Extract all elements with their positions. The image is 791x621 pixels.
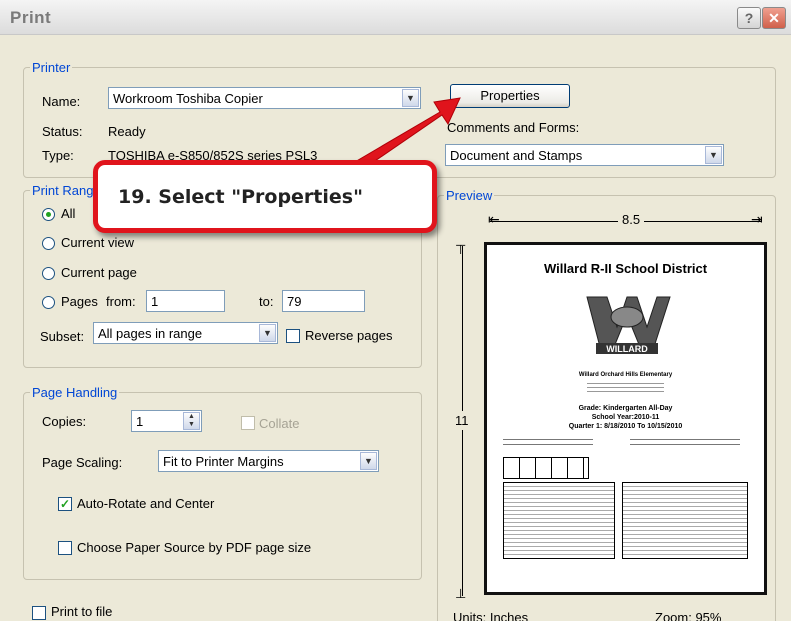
auto-rotate-checkbox[interactable]: ✓	[58, 497, 72, 511]
type-label: Type:	[42, 148, 74, 163]
copies-value: 1	[136, 414, 144, 429]
page-height-label: 11	[455, 411, 469, 430]
radio-current-page-label: Current page	[61, 265, 137, 280]
page-width-label: 8.5	[618, 212, 645, 227]
preview-group-label: Preview	[446, 188, 493, 203]
pages-from-input[interactable]: 1	[146, 290, 225, 312]
comments-forms-select[interactable]: Document and Stamps ▼	[445, 144, 724, 166]
reverse-pages-checkbox[interactable]	[286, 329, 300, 343]
spinner-icon[interactable]: ▲ ▼	[183, 412, 200, 430]
preview-grade: Grade: Kindergarten All-Day	[578, 405, 673, 412]
preview-page: Willard R-II School District WILLARD Wil…	[484, 242, 767, 595]
radio-current-view[interactable]	[42, 237, 55, 250]
subset-select[interactable]: All pages in range ▼	[93, 322, 278, 344]
school-logo-image: WILLARD	[586, 296, 671, 354]
print-dialog: Print ? ✕ Printer Name: Workroom Toshiba…	[0, 0, 791, 621]
pages-to-input[interactable]: 79	[282, 290, 365, 312]
help-icon[interactable]: ?	[737, 7, 761, 29]
radio-all-label: All	[61, 206, 76, 221]
arrow-right-icon: ⇥	[751, 211, 763, 227]
preview-address-lines	[587, 382, 664, 394]
print-to-file-label: Print to file	[51, 604, 113, 619]
printer-group-label: Printer	[32, 60, 71, 75]
title-bar: Print ? ✕	[0, 0, 791, 35]
status-value: Ready	[108, 124, 146, 139]
preview-grades-table	[503, 482, 615, 559]
radio-all[interactable]	[42, 208, 55, 221]
logo-text: WILLARD	[606, 344, 648, 354]
annotation-callout: 19. Select "Properties"	[93, 160, 437, 233]
radio-pages[interactable]	[42, 296, 55, 309]
preview-year: School Year:2010-11	[591, 414, 660, 421]
arrow-left-icon: ⇤	[488, 211, 500, 227]
arrow-up-icon: ⊤	[455, 242, 467, 257]
collate-label: Collate	[259, 416, 300, 431]
choose-paper-source-checkbox[interactable]	[58, 541, 72, 555]
page-handling-group-label: Page Handling	[32, 385, 118, 400]
close-icon[interactable]: ✕	[762, 7, 786, 29]
auto-rotate-label: Auto-Rotate and Center	[77, 496, 215, 511]
preview-school-name: Willard Orchard Hills Elementary	[578, 372, 673, 378]
page-scaling-select[interactable]: Fit to Printer Margins ▼	[158, 450, 379, 472]
printer-name-value: Workroom Toshiba Copier	[113, 91, 263, 106]
subset-label: Subset:	[40, 329, 85, 344]
preview-quarter: Quarter 1: 8/18/2010 To 10/15/2010	[568, 423, 683, 430]
copies-label: Copies:	[42, 414, 87, 429]
printer-name-label: Name:	[42, 94, 81, 109]
dialog-title: Print	[10, 8, 52, 27]
chevron-down-icon[interactable]: ▼	[259, 324, 276, 342]
preview-attendance-table	[503, 457, 589, 479]
radio-pages-label: Pages	[61, 294, 98, 309]
radio-current-page[interactable]	[42, 267, 55, 280]
page-scaling-label: Page Scaling:	[42, 455, 123, 470]
preview-doc-title: Willard R-II School District	[543, 261, 708, 276]
chevron-down-icon[interactable]: ▼	[360, 452, 377, 470]
pages-from-label: from:	[106, 294, 136, 309]
preview-teacher-info	[630, 437, 740, 447]
subset-value: All pages in range	[98, 326, 203, 341]
reverse-pages-label: Reverse pages	[305, 328, 393, 343]
copies-input[interactable]: 1 ▲ ▼	[131, 410, 202, 432]
pages-to-label: to:	[259, 294, 274, 309]
units-label: Units: Inches	[453, 610, 529, 621]
preview-comments-table	[622, 482, 748, 559]
page-scaling-value: Fit to Printer Margins	[163, 454, 284, 469]
radio-current-view-label: Current view	[61, 235, 134, 250]
print-range-group-label: Print Range	[32, 183, 101, 198]
print-to-file-checkbox[interactable]	[32, 606, 46, 620]
preview-student-info	[503, 437, 593, 447]
zoom-label: Zoom: 95%	[655, 610, 722, 621]
choose-paper-source-label: Choose Paper Source by PDF page size	[77, 540, 312, 555]
annotation-text: 19. Select "Properties"	[118, 186, 363, 208]
chevron-down-icon[interactable]: ▼	[705, 146, 722, 164]
status-label: Status:	[42, 124, 83, 139]
arrow-down-icon: ⊥	[455, 586, 467, 601]
collate-checkbox[interactable]	[241, 416, 255, 430]
